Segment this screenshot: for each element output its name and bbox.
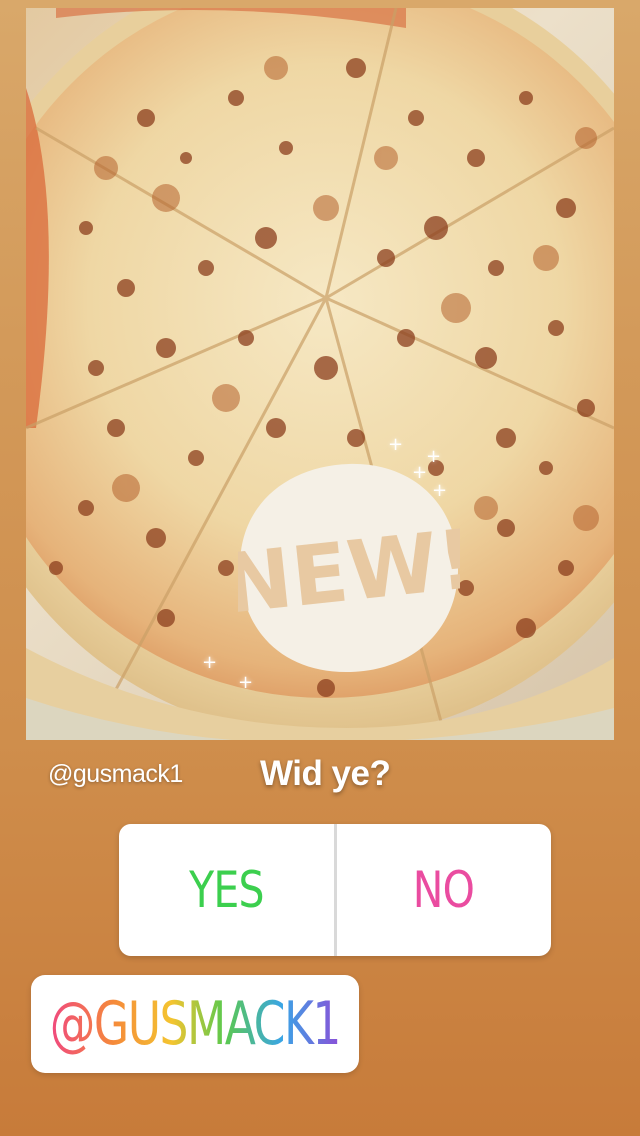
poll-option-yes[interactable]: YES [119,824,334,956]
poll-sticker: YES NO [119,824,551,956]
mention-sticker-label: @GUSMACK1 [49,989,342,1059]
sparkle-icon: + [202,652,218,673]
sparkle-icon: + [388,434,404,455]
sparkle-icon: + [238,672,254,693]
mention-text[interactable]: @gusmack1 [48,760,183,789]
poll-question: Wid ye? [260,754,391,793]
poll-option-no[interactable]: NO [337,824,552,956]
sparkle-icon: + [426,446,442,467]
sparkle-icon: + [432,480,448,501]
mention-sticker[interactable]: @GUSMACK1 [31,975,359,1073]
sparkle-icon: + [412,462,428,483]
pizza-photo: NEW! + + + + + + [26,8,614,740]
poll-option-no-label: NO [413,861,475,919]
poll-option-yes-label: YES [188,861,264,919]
new-sticker-graphic: NEW! [238,463,460,672]
new-sticker[interactable]: NEW! [238,460,460,674]
